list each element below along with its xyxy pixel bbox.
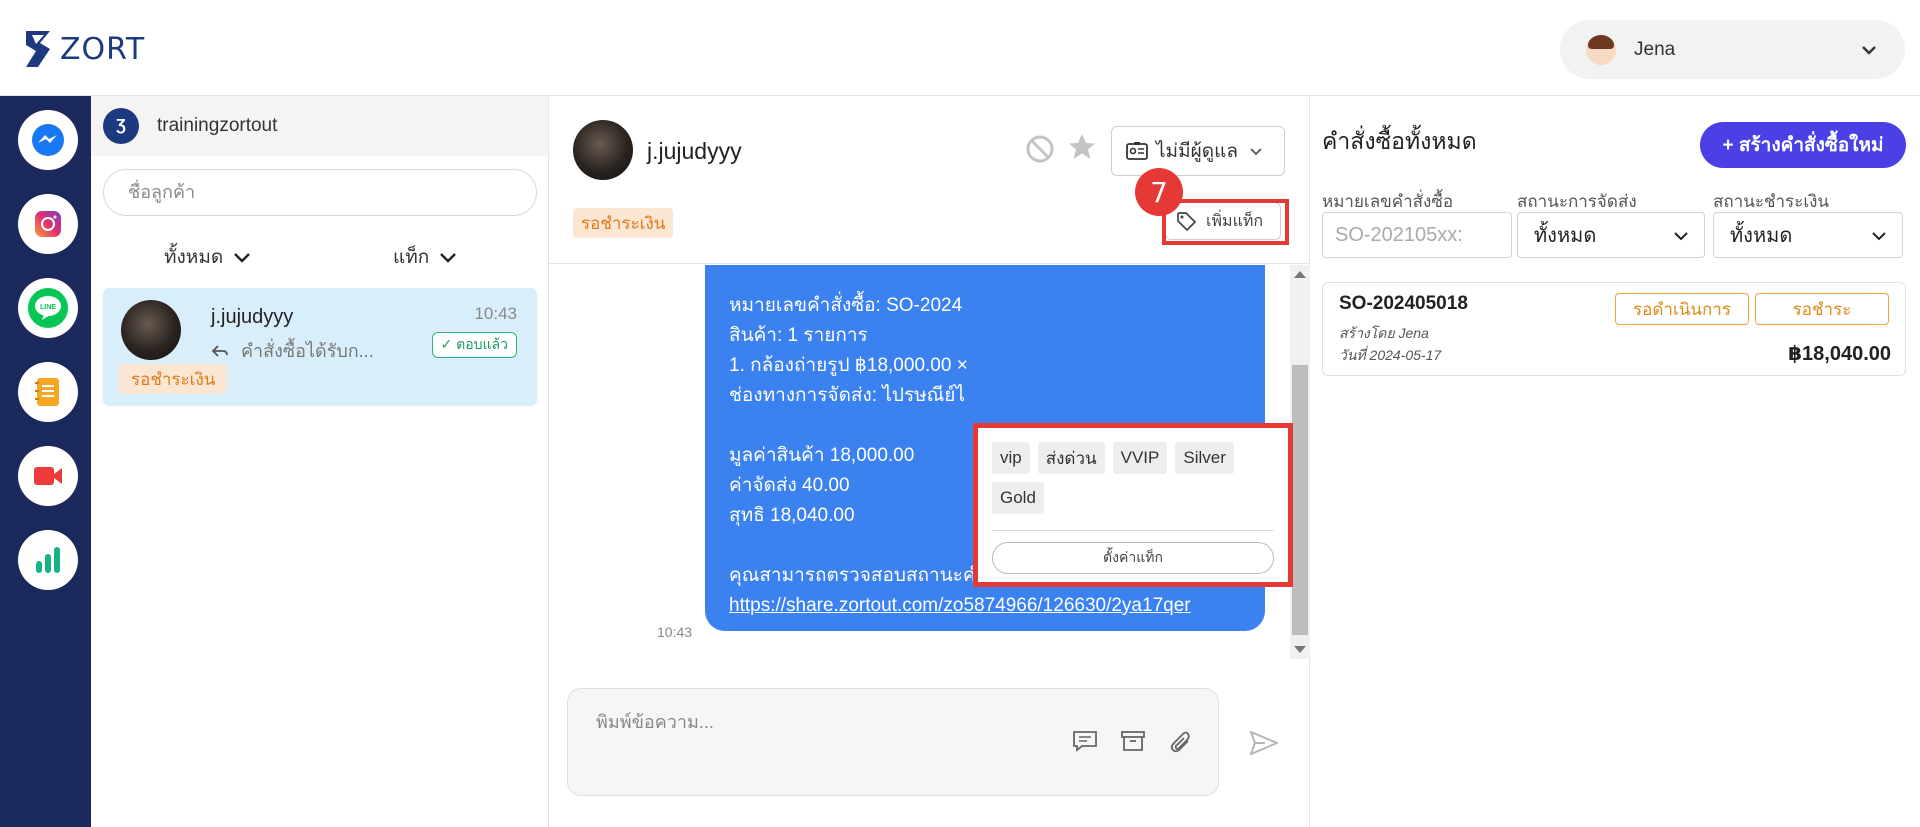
- chevron-down-icon: [1872, 232, 1886, 241]
- messenger-icon[interactable]: [18, 110, 78, 170]
- chat-header: j.jujudyyy ไม่มีผู้ดูแล รอชำระเงิน เพิ่ม…: [549, 96, 1310, 264]
- shop-selector[interactable]: Ʒ trainingzortout: [91, 96, 548, 156]
- tag-option-vip[interactable]: vip: [992, 442, 1030, 474]
- id-card-icon: [1126, 142, 1148, 160]
- tag-option-vvip[interactable]: VVIP: [1112, 442, 1168, 474]
- conversation-item[interactable]: j.jujudyyy 10:43 คำสั่งซื้อได้รับก... ✓ …: [103, 288, 537, 406]
- order-date: วันที่ 2024-05-17: [1339, 347, 1442, 363]
- popup-divider: [992, 530, 1274, 531]
- scroll-up-arrow[interactable]: [1294, 271, 1306, 278]
- tag-option-silver[interactable]: Silver: [1175, 442, 1234, 474]
- star-icon[interactable]: [1067, 132, 1097, 162]
- block-icon[interactable]: [1025, 134, 1055, 164]
- order-number-input[interactable]: SO-202105xx:: [1322, 212, 1512, 258]
- replied-badge: ✓ ตอบแล้ว: [431, 332, 517, 358]
- message-line: ช่องทางการจัดส่ง: ไปรษณีย์ไ: [729, 385, 965, 406]
- user-menu[interactable]: Jena: [1560, 20, 1905, 79]
- conversation-preview: คำสั่งซื้อได้รับก...: [211, 336, 374, 365]
- conversation-status-tag: รอชำระเงิน: [119, 364, 228, 394]
- conversation-time: 10:43: [474, 304, 517, 323]
- message-list: หมายเลขคำสั่งซื้อ: SO-2024 สินค้า: 1 ราย…: [549, 265, 1310, 659]
- tag-option-express[interactable]: ส่งด่วน: [1037, 442, 1105, 474]
- filter-all-label: ทั้งหมด: [164, 247, 224, 268]
- send-icon[interactable]: [1249, 730, 1279, 756]
- tag-settings-button[interactable]: ตั้งค่าแท็ก: [992, 542, 1274, 574]
- video-icon[interactable]: [18, 446, 78, 506]
- message-line: หมายเลขคำสั่งซื้อ: SO-2024: [729, 295, 963, 316]
- chevron-down-icon: [440, 253, 457, 263]
- svg-text:LINE: LINE: [40, 304, 56, 311]
- chat-avatar: [573, 120, 633, 180]
- orders-title: คำสั่งซื้อทั้งหมด: [1322, 128, 1477, 154]
- chevron-down-icon: [1250, 148, 1262, 156]
- orders-panel: คำสั่งซื้อทั้งหมด + สร้างคำสั่งซื้อใหม่ …: [1310, 96, 1920, 827]
- message-input[interactable]: พิมพ์ข้อความ...: [596, 707, 714, 736]
- attachment-icon[interactable]: [1168, 729, 1194, 755]
- order-total: ฿18,040.00: [1788, 343, 1891, 365]
- filter-tag-label: แท็ก: [393, 247, 430, 268]
- zort-logo-icon: [26, 31, 50, 67]
- user-name: Jena: [1634, 38, 1676, 60]
- shop-name: trainingzortout: [157, 115, 278, 136]
- message-line: 1. กล้องถ่ายรูป ฿18,000.00 ×: [729, 355, 968, 376]
- message-composer[interactable]: พิมพ์ข้อความ...: [567, 688, 1219, 796]
- order-link[interactable]: https://share.zortout.com/zo5874966/1266…: [729, 591, 1265, 621]
- shipping-status-value: ทั้งหมด: [1534, 225, 1597, 247]
- conversation-list-panel: Ʒ trainingzortout ทั้งหมด แท็ก j.jujudyy…: [91, 96, 549, 827]
- customer-search-input[interactable]: [103, 169, 537, 216]
- order-number-label: หมายเลขคำสั่งซื้อ: [1322, 192, 1454, 211]
- chat-panel: j.jujudyyy ไม่มีผู้ดูแล รอชำระเงิน เพิ่ม…: [549, 96, 1310, 827]
- chevron-down-icon: [1862, 46, 1876, 55]
- archive-icon[interactable]: [1120, 729, 1146, 753]
- conversation-name: j.jujudyyy: [211, 306, 294, 328]
- order-process-status-badge: รอดำเนินการ: [1615, 293, 1749, 325]
- shop-logo: Ʒ: [103, 108, 139, 144]
- conversation-avatar: [121, 300, 181, 360]
- assign-agent-label: ไม่มีผู้ดูแล: [1156, 141, 1238, 162]
- create-order-button[interactable]: + สร้างคำสั่งซื้อใหม่: [1700, 122, 1906, 168]
- filter-all-dropdown[interactable]: ทั้งหมด: [164, 242, 253, 272]
- zort-logo[interactable]: ZORT: [24, 28, 145, 70]
- scroll-down-arrow[interactable]: [1294, 646, 1306, 653]
- shipping-status-label: สถานะการจัดส่ง: [1517, 192, 1637, 211]
- order-card[interactable]: SO-202405018 สร้างโดย Jena วันที่ 2024-0…: [1322, 282, 1906, 376]
- tag-option-gold[interactable]: Gold: [992, 482, 1044, 514]
- chart-icon[interactable]: [18, 530, 78, 590]
- message-time: 10:43: [657, 624, 693, 640]
- assign-agent-dropdown[interactable]: ไม่มีผู้ดูแล: [1111, 126, 1285, 176]
- filter-tag-dropdown[interactable]: แท็ก: [393, 242, 459, 272]
- payment-status-select[interactable]: ทั้งหมด: [1713, 212, 1903, 258]
- order-payment-status-badge: รอชำระ: [1755, 293, 1889, 325]
- reply-icon: [211, 344, 228, 357]
- highlight-box: [1162, 199, 1289, 245]
- instagram-icon[interactable]: [18, 194, 78, 254]
- shipping-status-select[interactable]: ทั้งหมด: [1517, 212, 1705, 258]
- payment-status-value: ทั้งหมด: [1730, 225, 1793, 247]
- message-line: สินค้า: 1 รายการ: [729, 325, 868, 346]
- scroll-thumb[interactable]: [1292, 365, 1308, 635]
- line-icon[interactable]: LINE: [18, 278, 78, 338]
- payment-status-label: สถานะชำระเงิน: [1713, 192, 1830, 211]
- top-header: ZORT Jena: [0, 0, 1920, 96]
- step-number-badge: 7: [1135, 168, 1183, 216]
- notebook-icon[interactable]: [18, 362, 78, 422]
- chevron-down-icon: [234, 253, 251, 263]
- user-avatar: [1586, 34, 1616, 65]
- tag-popup: vip ส่งด่วน VVIP Silver Gold ตั้งค่าแท็ก: [973, 423, 1293, 587]
- order-id: SO-202405018: [1339, 293, 1468, 314]
- channel-sidebar: LINE: [0, 96, 91, 827]
- logo-text: ZORT: [60, 31, 146, 67]
- conversation-preview-text: คำสั่งซื้อได้รับก...: [241, 341, 374, 361]
- quick-reply-icon[interactable]: [1072, 729, 1098, 753]
- chevron-down-icon: [1674, 232, 1688, 241]
- order-creator: สร้างโดย Jena: [1339, 325, 1429, 341]
- chat-customer-name: j.jujudyyy: [647, 138, 742, 164]
- tag-options: vip ส่งด่วน VVIP Silver Gold: [992, 442, 1282, 514]
- message-scrollbar[interactable]: [1290, 265, 1310, 659]
- chat-status-tag: รอชำระเงิน: [573, 208, 674, 238]
